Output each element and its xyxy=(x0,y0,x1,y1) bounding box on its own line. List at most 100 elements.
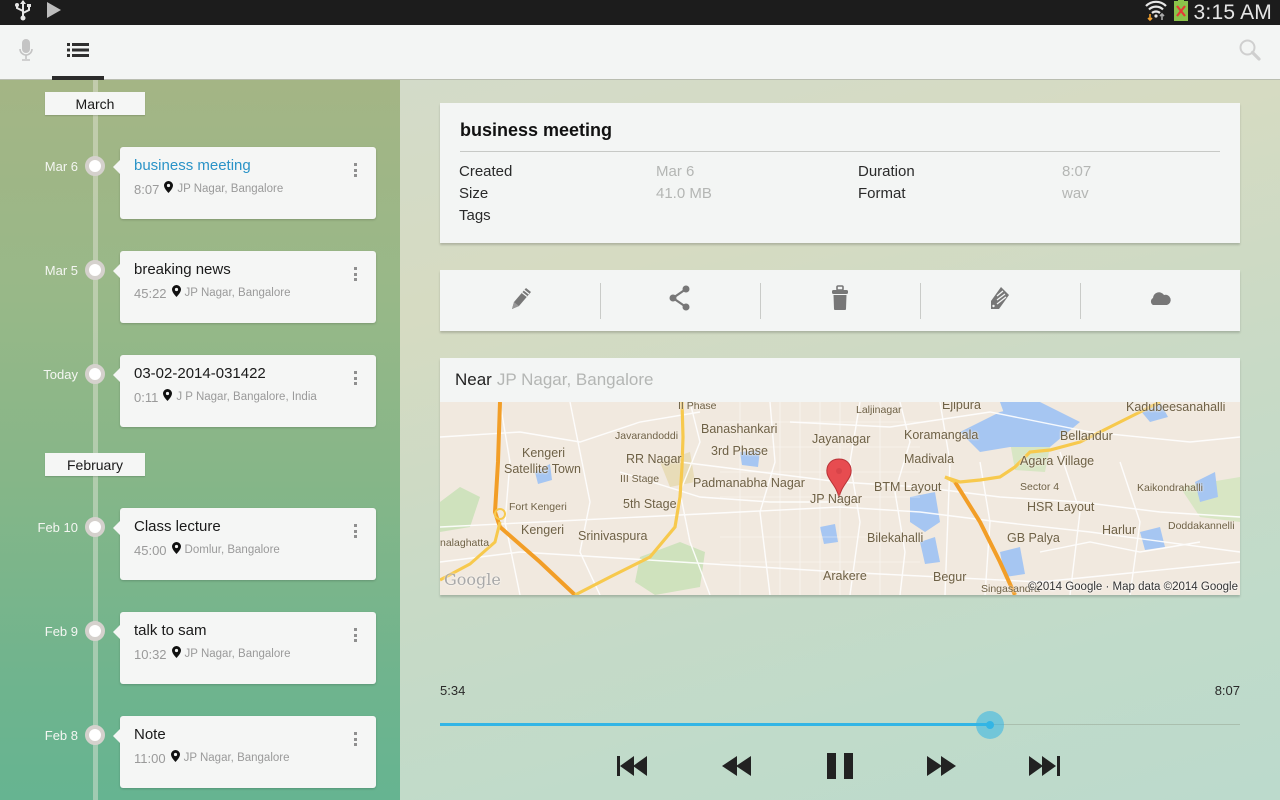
duration-value: 8:07 xyxy=(1062,163,1092,180)
timeline-dot xyxy=(85,364,105,384)
google-logo: Google xyxy=(444,570,501,589)
recording-duration: 45:00 xyxy=(134,542,167,558)
map-label: nalaghatta xyxy=(440,537,490,549)
entry-date: Today xyxy=(43,367,78,382)
rewind-button[interactable] xyxy=(712,752,762,784)
format-value: wav xyxy=(1062,185,1089,202)
skip-previous-button[interactable] xyxy=(608,752,658,784)
action-toolbar xyxy=(440,270,1240,331)
overflow-menu-icon[interactable] xyxy=(348,265,362,283)
overflow-menu-icon[interactable] xyxy=(348,626,362,644)
timeline-dot xyxy=(85,621,105,641)
month-header: March xyxy=(45,92,145,115)
map-label: Kaikondrahalli xyxy=(1137,482,1203,494)
timeline-dot xyxy=(85,517,105,537)
skip-next-button[interactable] xyxy=(1020,752,1070,784)
map-label: Kadubeesanahalli xyxy=(1126,402,1226,414)
near-label: Near xyxy=(455,370,492,389)
total-time: 8:07 xyxy=(1214,683,1240,698)
map-label: Jayanagar xyxy=(812,432,871,446)
map-label: Padmanabha Nagar xyxy=(693,476,805,490)
near-place: JP Nagar, Bangalore xyxy=(496,370,654,389)
map-label: 5th Stage xyxy=(623,497,677,511)
mic-icon xyxy=(18,38,34,67)
tag-icon xyxy=(987,285,1013,316)
format-label: Format xyxy=(858,185,906,202)
fast-forward-button[interactable] xyxy=(917,752,967,784)
battery-icon xyxy=(1173,0,1188,26)
skip-next-icon xyxy=(1029,755,1061,781)
entry-date: Feb 9 xyxy=(44,624,78,639)
share-icon xyxy=(668,285,692,316)
recording-location: JP Nagar, Bangalore xyxy=(183,752,290,764)
recording-card[interactable]: business meeting 8:07 JP Nagar, Bangalor… xyxy=(113,147,376,219)
cloud-upload-button[interactable] xyxy=(1080,282,1240,319)
clock: 3:15 AM xyxy=(1193,0,1272,24)
map-label: Bilekahalli xyxy=(867,531,924,545)
status-bar: 3:15 AM xyxy=(0,0,1280,25)
list-icon xyxy=(67,42,89,63)
recording-card[interactable]: Class lecture 45:00 Domlur, Bangalore xyxy=(113,508,376,580)
overflow-menu-icon[interactable] xyxy=(348,522,362,540)
map-label: Bellandur xyxy=(1060,429,1113,443)
recording-title: business meeting xyxy=(134,157,251,174)
recording-card[interactable]: 03-02-2014-031422 0:11 J P Nagar, Bangal… xyxy=(113,355,376,427)
size-value: 41.0 MB xyxy=(656,185,712,202)
entry-date: Mar 6 xyxy=(44,159,78,174)
fast-forward-icon xyxy=(927,755,957,781)
map-label: III Stage xyxy=(620,473,660,485)
map-label: Begur xyxy=(933,570,967,584)
map-label: II Phase xyxy=(678,402,717,412)
map-label: Harlur xyxy=(1102,523,1137,537)
cloud-upload-icon xyxy=(1148,290,1172,311)
recording-title: breaking news xyxy=(134,261,231,278)
overflow-menu-icon[interactable] xyxy=(348,369,362,387)
map-label: Sector 4 xyxy=(1020,481,1060,493)
map-label: RR Nagar xyxy=(626,452,682,466)
location-pin-icon xyxy=(171,645,181,663)
edit-button[interactable] xyxy=(440,283,600,319)
seek-thumb[interactable] xyxy=(975,711,1004,739)
location-pin-icon xyxy=(171,284,181,302)
tab-list[interactable] xyxy=(52,25,104,80)
tag-button[interactable] xyxy=(920,282,1080,319)
map-label: Doddakannelli xyxy=(1168,520,1235,532)
map-label: 3rd Phase xyxy=(711,444,768,458)
entry-date: Feb 8 xyxy=(44,728,78,743)
current-time: 5:34 xyxy=(440,683,466,698)
timeline-dot xyxy=(85,725,105,745)
recording-card[interactable]: breaking news 45:22 JP Nagar, Bangalore xyxy=(113,251,376,323)
share-button[interactable] xyxy=(600,282,760,319)
search-button[interactable] xyxy=(1230,25,1270,80)
map-label: Ejipura xyxy=(942,402,981,412)
recordings-timeline: March Mar 6 business meeting 8:07 JP Nag… xyxy=(0,80,400,800)
map-label: GB Palya xyxy=(1007,531,1060,545)
location-pin-icon xyxy=(171,541,181,559)
pause-button[interactable] xyxy=(815,752,865,784)
recording-title: 03-02-2014-031422 xyxy=(134,365,266,382)
map-label: Kengeri xyxy=(522,446,566,460)
overflow-menu-icon[interactable] xyxy=(348,161,362,179)
month-header: February xyxy=(45,453,145,476)
action-bar xyxy=(0,25,1280,80)
tab-record[interactable] xyxy=(6,25,46,80)
wifi-icon xyxy=(1144,0,1168,26)
delete-button[interactable] xyxy=(760,282,920,319)
tags-label: Tags xyxy=(459,207,491,224)
map-label: Koramangala xyxy=(904,428,979,442)
location-pin-icon xyxy=(170,749,180,767)
rewind-icon xyxy=(722,755,752,781)
recording-card[interactable]: talk to sam 10:32 JP Nagar, Bangalore xyxy=(113,612,376,684)
recording-card[interactable]: Note 11:00 JP Nagar, Bangalore xyxy=(113,716,376,788)
location-map[interactable]: II Phase Laljinagar Ejipura Kadubeesanah… xyxy=(440,402,1240,595)
timeline-dot xyxy=(85,156,105,176)
map-label: Madivala xyxy=(904,452,955,466)
recording-duration: 8:07 xyxy=(134,181,160,197)
map-label: Satellite Town xyxy=(504,462,581,476)
recording-duration: 0:11 xyxy=(134,389,159,405)
map-label: Laljinagar xyxy=(856,404,902,416)
overflow-menu-icon[interactable] xyxy=(348,730,362,748)
map-label: Arakere xyxy=(823,569,867,583)
search-icon xyxy=(1238,38,1262,67)
seek-bar[interactable] xyxy=(440,711,1240,739)
